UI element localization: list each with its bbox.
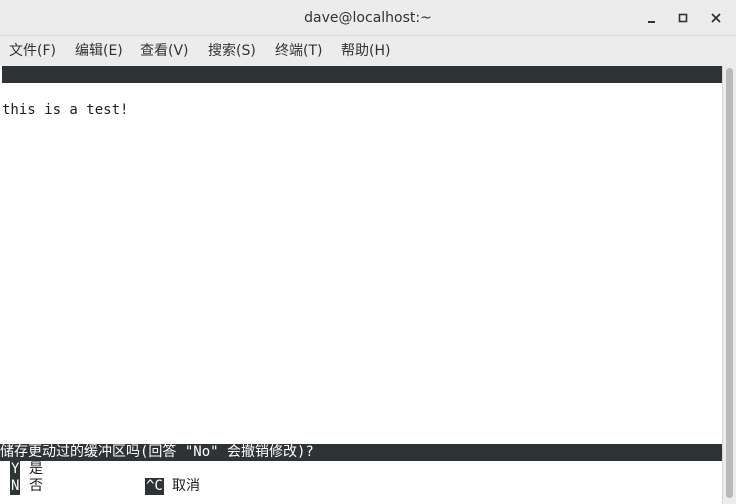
nano-header-bar: GNU nano 2.3.1 文件： a.txt 已更改 (2, 66, 722, 133)
nano-version: GNU nano 2.3.1 (20, 83, 139, 99)
scrollbar-thumb[interactable] (726, 68, 733, 498)
option-row-1: Y 是 (0, 461, 722, 478)
menu-bar: 文件(F) 编辑(E) 查看(V) 搜索(S) 终端(T) 帮助(H) (0, 36, 736, 66)
nano-modified-status: 已更改 (650, 117, 692, 133)
menu-help[interactable]: 帮助(H) (341, 36, 390, 66)
close-button[interactable] (705, 8, 727, 28)
minimize-button[interactable] (640, 8, 662, 28)
nano-filename: 文件： a.txt (290, 100, 392, 116)
terminal-window: dave@localhost:~ 文件(F) 编辑(E) 查看(V) 搜索(S)… (0, 0, 736, 504)
option-yes-key[interactable]: Y (10, 461, 21, 478)
menu-terminal[interactable]: 终端(T) (275, 36, 322, 66)
file-content-line[interactable]: this is a test! (2, 102, 128, 119)
terminal-area[interactable]: GNU nano 2.3.1 文件： a.txt 已更改 this is a t… (0, 66, 722, 504)
vertical-scrollbar[interactable] (722, 66, 736, 504)
menu-file[interactable]: 文件(F) (9, 36, 56, 66)
option-yes-label: 是 (29, 461, 43, 477)
window-title: dave@localhost:~ (304, 10, 432, 26)
maximize-icon (678, 13, 688, 23)
close-icon (711, 13, 721, 23)
menu-search[interactable]: 搜索(S) (208, 36, 256, 66)
menu-edit[interactable]: 编辑(E) (75, 36, 123, 66)
maximize-button[interactable] (672, 8, 694, 28)
option-row-2: N 否 ^C 取消 (0, 478, 722, 495)
option-cancel-label: 取消 (172, 478, 200, 494)
option-no-key[interactable]: N (10, 478, 21, 495)
option-no-label: 否 (29, 478, 43, 494)
menu-view[interactable]: 查看(V) (140, 36, 189, 66)
save-prompt: 储存更动过的缓冲区吗(回答 "No" 会撤销修改)? (0, 444, 722, 461)
option-cancel-key[interactable]: ^C (145, 478, 164, 495)
title-bar[interactable]: dave@localhost:~ (0, 0, 736, 36)
minimize-icon (648, 21, 655, 23)
